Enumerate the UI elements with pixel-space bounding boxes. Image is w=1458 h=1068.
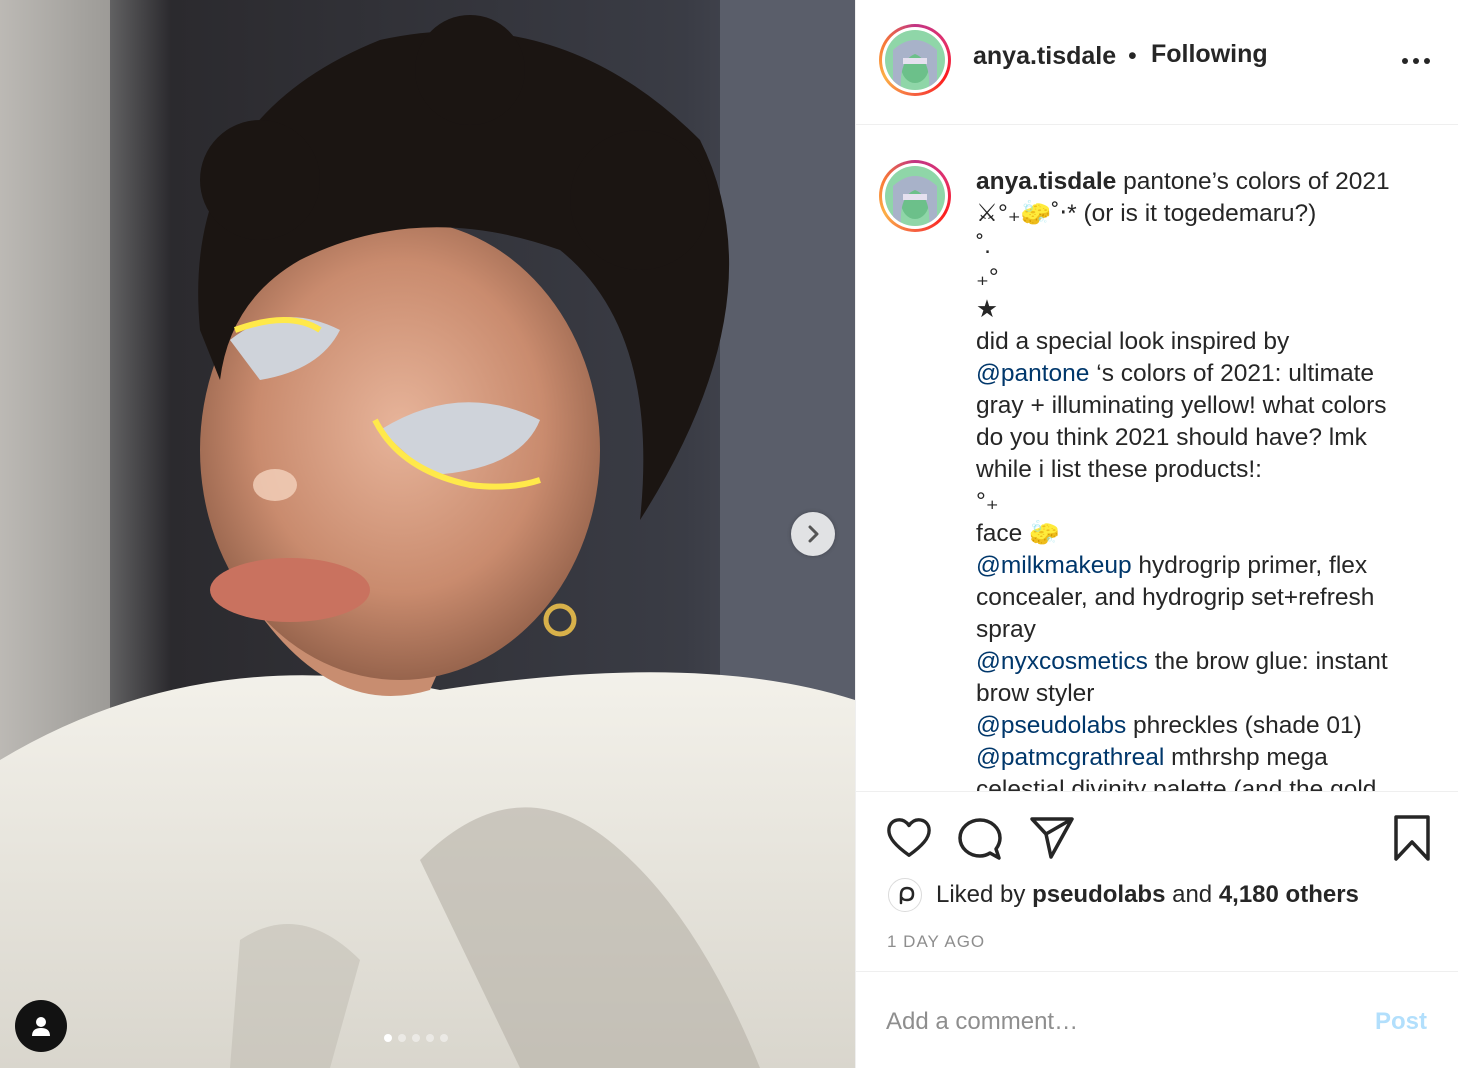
caption-line: face 🧽 bbox=[976, 520, 1060, 547]
mention-link[interactable]: @patmcgrathreal bbox=[976, 744, 1164, 771]
carousel-dot bbox=[398, 1034, 406, 1042]
post-photo-pane bbox=[0, 0, 855, 1068]
caption-line: while i list these products!: bbox=[976, 456, 1262, 483]
mention-link[interactable]: @pantone bbox=[976, 360, 1089, 387]
author-username[interactable]: anya.tisdale bbox=[973, 42, 1116, 71]
caption-line: brow styler bbox=[976, 680, 1095, 707]
caption-line: ₊° bbox=[976, 264, 999, 291]
caption-text: phreckles (shade 01) bbox=[1126, 712, 1362, 739]
caption-line: gray + illuminating yellow! what colors bbox=[976, 392, 1387, 419]
avatar-image bbox=[885, 166, 945, 226]
following-button[interactable]: Following bbox=[1151, 40, 1268, 69]
likes-count[interactable]: 4,180 others bbox=[1219, 881, 1359, 909]
post-header: anya.tisdale • Following bbox=[856, 0, 1458, 125]
liker-username[interactable]: pseudolabs bbox=[1032, 881, 1165, 909]
tagged-users-button[interactable] bbox=[15, 1000, 67, 1052]
caption-text: the brow glue: instant bbox=[1147, 648, 1388, 675]
mention-link[interactable]: @nyxcosmetics bbox=[976, 648, 1148, 675]
caption-author-avatar[interactable] bbox=[879, 160, 951, 232]
caption-line: ⚔°₊🧽˚‧* (or is it togedemaru?) bbox=[976, 200, 1317, 227]
carousel-dot bbox=[412, 1034, 420, 1042]
post-timestamp[interactable]: 1 DAY AGO bbox=[887, 932, 985, 952]
chevron-right-icon bbox=[808, 525, 819, 543]
post-caption: anya.tisdale pantone’s colors of 2021 ⚔°… bbox=[976, 166, 1436, 791]
mention-link[interactable]: @milkmakeup bbox=[976, 552, 1132, 579]
likes-summary: Liked by pseudolabs and 4,180 others bbox=[888, 878, 1359, 912]
heart-icon[interactable] bbox=[886, 816, 932, 860]
likes-conj: and bbox=[1172, 881, 1213, 908]
carousel-dot bbox=[384, 1034, 392, 1042]
carousel-dot bbox=[426, 1034, 434, 1042]
mention-link[interactable]: @pseudolabs bbox=[976, 712, 1126, 739]
pseudolabs-logo-icon bbox=[899, 886, 915, 905]
caption-line: celestial divinity palette (and the gold bbox=[976, 776, 1377, 791]
caption-line: ˚. bbox=[976, 232, 991, 259]
more-options-icon[interactable] bbox=[1396, 46, 1436, 76]
liker-avatar[interactable] bbox=[888, 878, 922, 912]
avatar-image bbox=[885, 30, 945, 90]
caption-line: concealer, and hydrogrip set+refresh bbox=[976, 584, 1375, 611]
add-comment-bar: Post bbox=[856, 971, 1458, 1068]
caption-text: hydrogrip primer, flex bbox=[1131, 552, 1368, 579]
bookmark-icon[interactable] bbox=[1392, 814, 1432, 862]
post-comment-button[interactable]: Post bbox=[1375, 1008, 1427, 1036]
caption-line: spray bbox=[976, 616, 1036, 643]
paper-plane-icon[interactable] bbox=[1029, 816, 1075, 860]
caption-username[interactable]: anya.tisdale bbox=[976, 168, 1116, 195]
caption-text: pantone’s colors of 2021 bbox=[1123, 168, 1390, 195]
likes-prefix: Liked by bbox=[936, 881, 1026, 908]
comments-area: anya.tisdale pantone’s colors of 2021 ⚔°… bbox=[856, 126, 1458, 791]
caption-line: did a special look inspired by bbox=[976, 328, 1290, 355]
post-actions: Liked by pseudolabs and 4,180 others 1 D… bbox=[856, 791, 1458, 971]
caption-text: ‘s colors of 2021: ultimate bbox=[1089, 360, 1375, 387]
caption-text: mthrshp mega bbox=[1164, 744, 1328, 771]
comment-input[interactable] bbox=[886, 1002, 1336, 1042]
post-photo bbox=[0, 0, 855, 1068]
author-avatar[interactable] bbox=[879, 24, 951, 96]
caption-line: do you think 2021 should have? lmk bbox=[976, 424, 1367, 451]
caption-line: ★ bbox=[976, 296, 998, 323]
next-slide-button[interactable] bbox=[791, 512, 835, 556]
separator-dot: • bbox=[1128, 42, 1137, 70]
comment-icon[interactable] bbox=[957, 816, 1003, 862]
user-icon bbox=[32, 1017, 50, 1036]
carousel-indicator bbox=[384, 1034, 448, 1042]
post-details-pane: anya.tisdale • Following anya.tisdale pa… bbox=[855, 0, 1458, 1068]
carousel-dot bbox=[440, 1034, 448, 1042]
caption-line: °₊ bbox=[976, 488, 999, 515]
